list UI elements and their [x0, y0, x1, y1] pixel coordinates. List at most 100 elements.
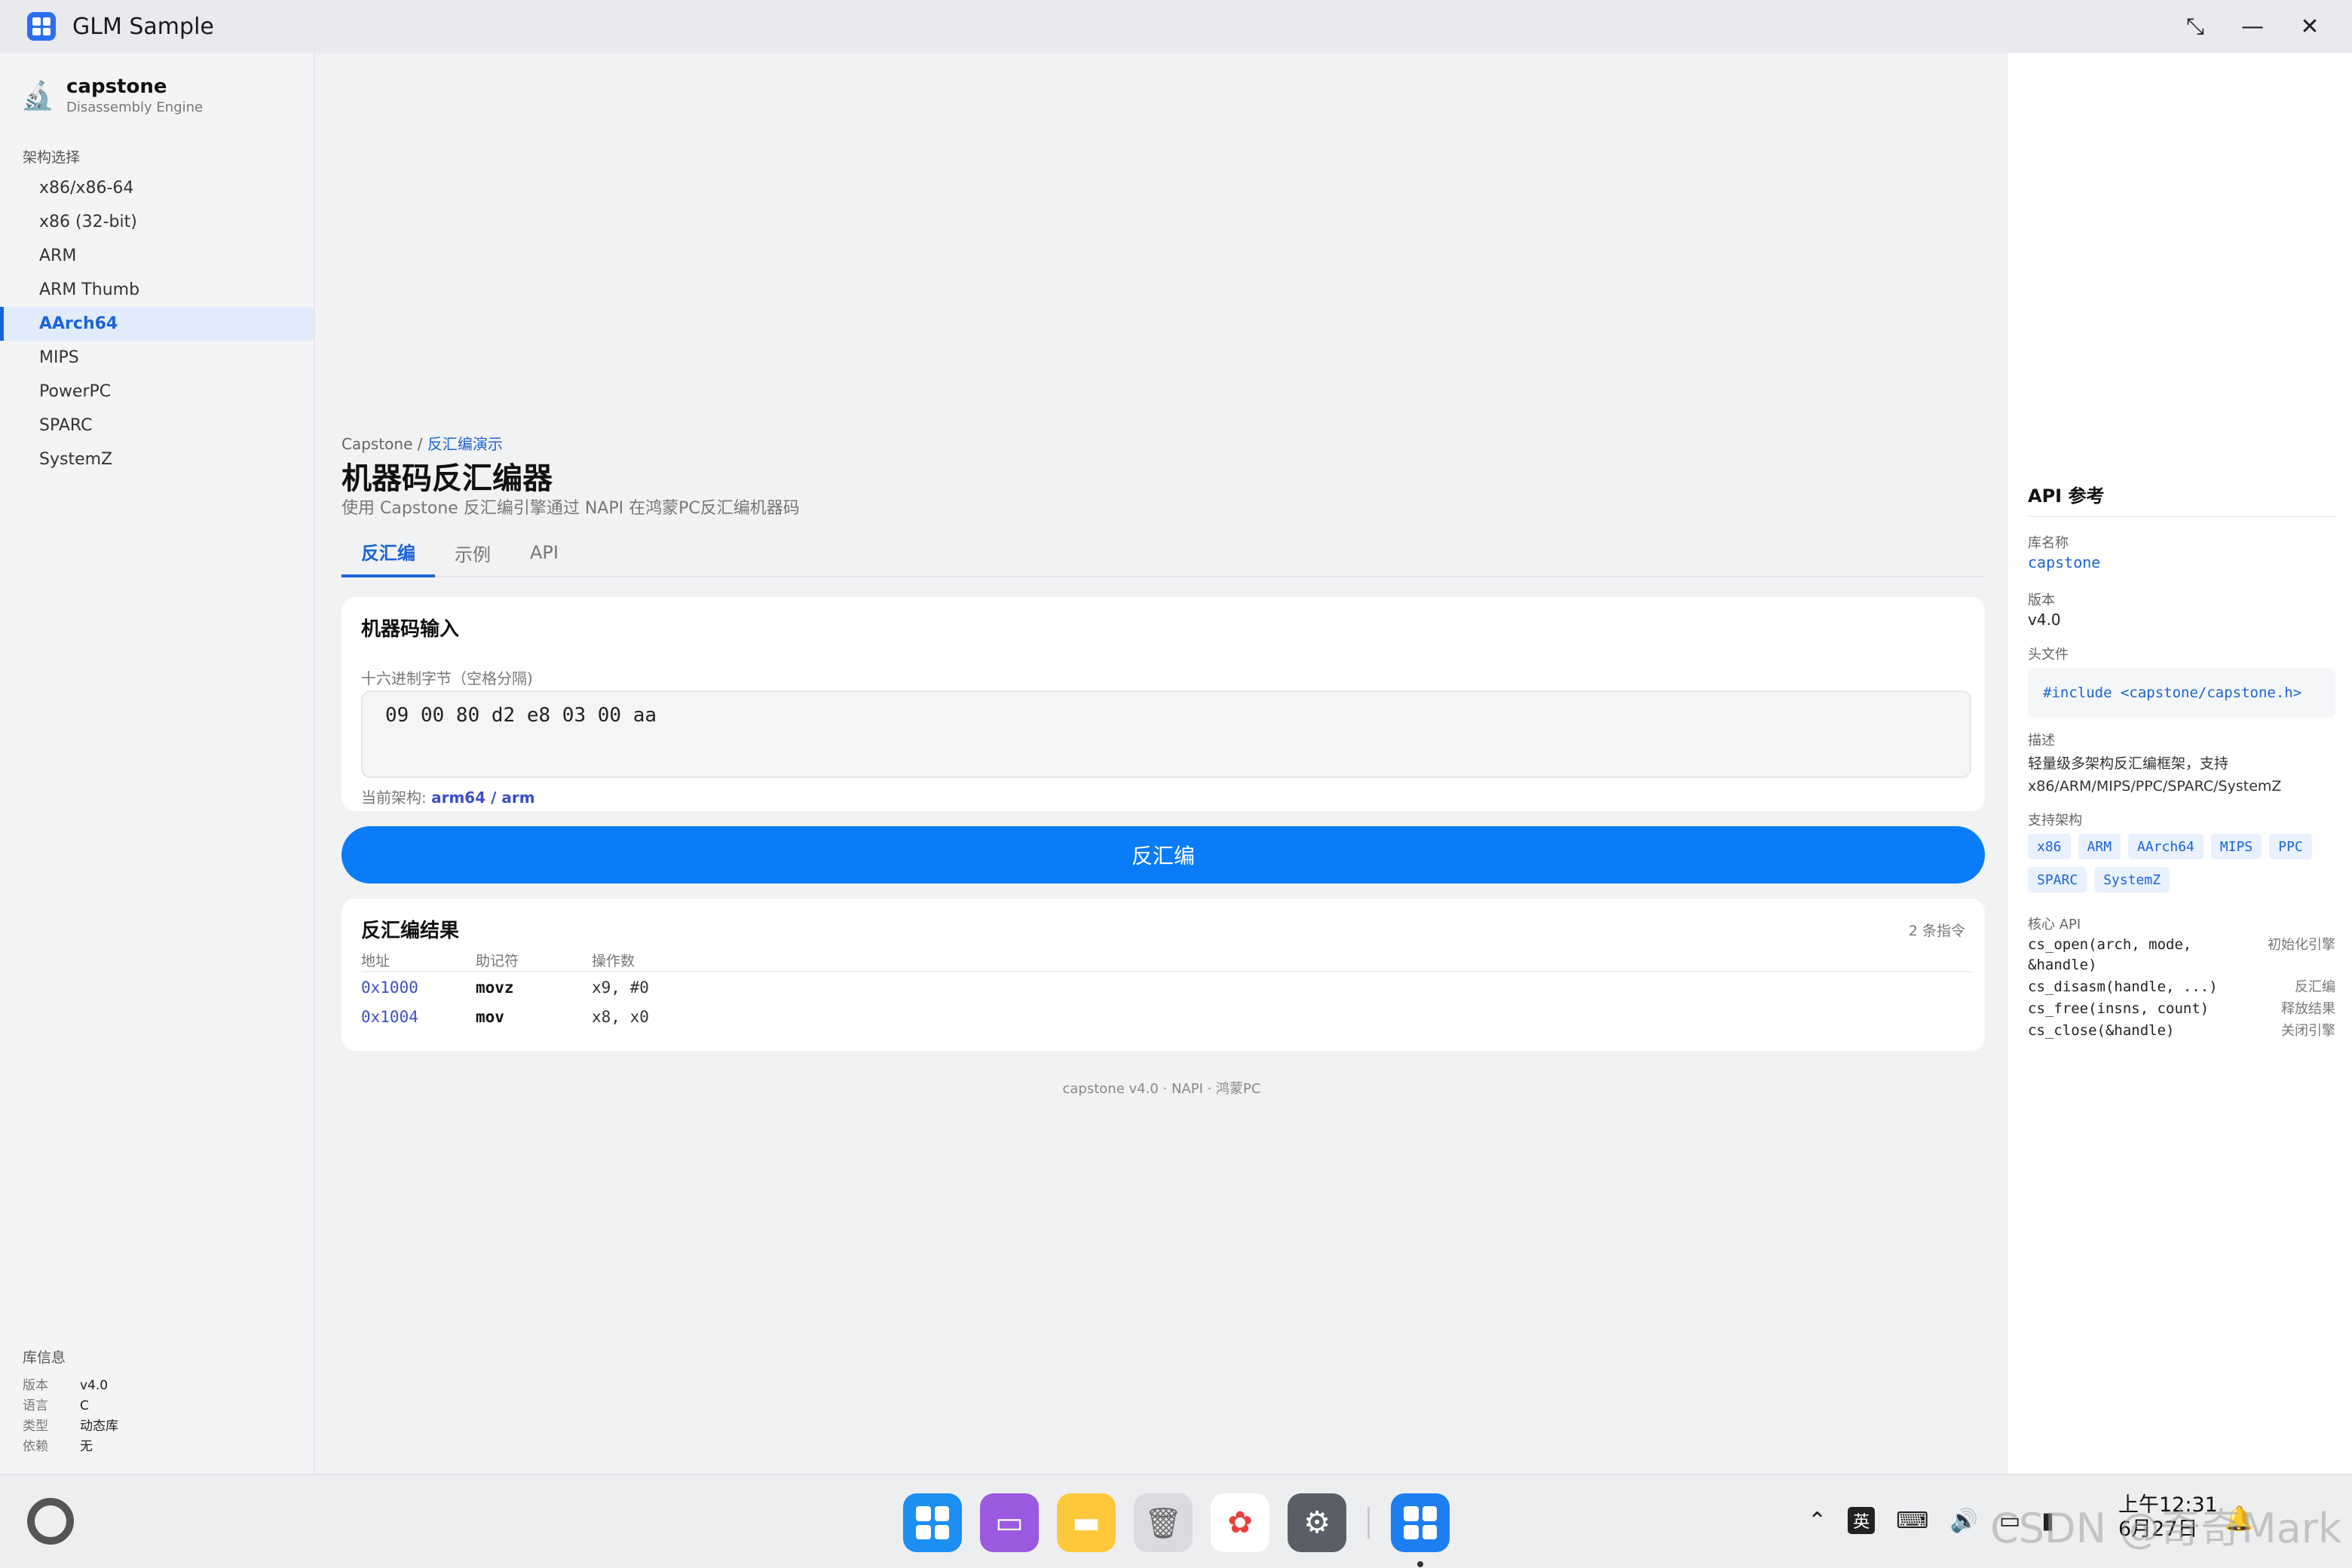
- gallery-icon[interactable]: ✿: [1211, 1493, 1269, 1552]
- window-controls: ⤡ — ✕: [2180, 0, 2325, 53]
- list-item: cs_close(&handle) 关闭引擎: [2028, 1022, 2335, 1039]
- sidebar-item-arm[interactable]: ARM: [0, 239, 314, 273]
- sidebar-item-aarch64[interactable]: AArch64: [0, 307, 314, 341]
- brand-name: capstone: [66, 75, 167, 98]
- brand-subtitle: Disassembly Engine: [66, 100, 204, 115]
- lib-info-row: 依赖无: [23, 1439, 93, 1454]
- input-hint: 十六进制字节（空格分隔): [361, 669, 533, 688]
- sidebar-item-sparc[interactable]: SPARC: [0, 409, 314, 443]
- result-card-title: 反汇编结果: [361, 920, 460, 942]
- current-arch: 当前架构: arm64 / arm: [361, 789, 535, 807]
- arch-section-label: 架构选择: [23, 149, 81, 166]
- page-subtitle: 使用 Capstone 反汇编引擎通过 NAPI 在鸿蒙PC反汇编机器码: [341, 499, 800, 518]
- arch-chip: AArch64: [2128, 834, 2203, 859]
- api-reference-panel: API 参考 库名称 capstone 版本 v4.0 头文件 #include…: [2008, 53, 2352, 1474]
- arch-chip: SystemZ: [2094, 867, 2170, 893]
- sidebar: 🔬 capstone Disassembly Engine 架构选择 x86/x…: [0, 53, 315, 1474]
- tab-examples[interactable]: 示例: [435, 528, 510, 577]
- multitask-icon[interactable]: ▭: [980, 1493, 1039, 1552]
- tab-api[interactable]: API: [510, 528, 578, 577]
- row-address: 0x1004: [361, 1007, 418, 1026]
- arch-chip: SPARC: [2028, 867, 2087, 893]
- list-item: cs_open(arch, mode, &handle) 初始化引擎: [2028, 936, 2335, 973]
- sidebar-item-systemz[interactable]: SystemZ: [0, 443, 314, 476]
- arch-chip: ARM: [2078, 834, 2121, 859]
- microscope-icon: 🔬: [20, 80, 55, 112]
- description-value: 轻量级多架构反汇编框架，支持 x86/ARM/MIPS/PPC/SPARC/Sy…: [2028, 755, 2282, 795]
- core-api-label: 核心 API: [2028, 917, 2081, 933]
- footer: capstone v4.0 · NAPI · 鸿蒙PC: [1062, 1081, 1261, 1097]
- app-icon: [27, 12, 56, 41]
- row-mnemonic: mov: [476, 1007, 504, 1026]
- current-arch-value: arm64 / arm: [431, 789, 535, 807]
- breadcrumb-current[interactable]: 反汇编演示: [427, 435, 503, 453]
- version-value: v4.0: [2028, 611, 2061, 629]
- header-file-label: 头文件: [2028, 647, 2069, 663]
- sidebar-item-mips[interactable]: MIPS: [0, 341, 314, 375]
- input-card: 机器码输入 十六进制字节（空格分隔) 09 00 80 d2 e8 03 00 …: [341, 597, 1985, 811]
- row-mnemonic: movz: [476, 978, 514, 997]
- volume-icon[interactable]: 🔊: [1949, 1508, 1977, 1534]
- hex-input[interactable]: 09 00 80 d2 e8 03 00 aa: [361, 691, 1971, 778]
- row-operands: x8, x0: [592, 1007, 649, 1026]
- ime-indicator[interactable]: 英: [1848, 1507, 1876, 1534]
- watermark: CSDN @奇奇Mark: [1990, 1505, 2342, 1552]
- keyboard-icon[interactable]: ⌨: [1896, 1508, 1928, 1534]
- lib-name-label: 库名称: [2028, 535, 2069, 551]
- lib-info-title: 库信息: [23, 1349, 66, 1366]
- input-card-title: 机器码输入: [361, 618, 460, 641]
- lib-name-value: capstone: [2028, 553, 2101, 571]
- minimize-icon[interactable]: —: [2237, 11, 2268, 41]
- folder-icon[interactable]: ▬: [1057, 1493, 1116, 1552]
- api-reference-title: API 参考: [2028, 485, 2105, 507]
- disassemble-button[interactable]: 反汇编: [341, 826, 1985, 884]
- app-store-icon[interactable]: [903, 1493, 962, 1552]
- breadcrumb-root[interactable]: Capstone: [341, 435, 412, 453]
- arch-chip: MIPS: [2210, 834, 2262, 859]
- result-table: 地址 助记符 操作数 0x1000 movz x9, #0 0x1004 mov…: [361, 950, 1971, 1031]
- arch-chip: PPC: [2269, 834, 2312, 859]
- header-file-code: #include <capstone/capstone.h>: [2028, 668, 2335, 718]
- divider: [2028, 516, 2335, 517]
- sidebar-item-x86-32[interactable]: x86 (32-bit): [0, 205, 314, 239]
- sidebar-item-powerpc[interactable]: PowerPC: [0, 375, 314, 409]
- tab-bar: 反汇编 示例 API: [341, 528, 1985, 577]
- result-card: 反汇编结果 2 条指令 地址 助记符 操作数 0x1000 movz x9, #…: [341, 899, 1985, 1051]
- arch-chips: x86 ARM AArch64 MIPS PPC SPARC SystemZ: [2028, 834, 2344, 893]
- glm-sample-app-icon[interactable]: [1391, 1493, 1450, 1552]
- lib-info-row: 语言 C: [23, 1398, 89, 1413]
- tab-disassemble[interactable]: 反汇编: [341, 528, 435, 577]
- page-title: 机器码反汇编器: [341, 461, 553, 496]
- trash-icon[interactable]: 🗑: [1134, 1493, 1193, 1552]
- sidebar-item-arm-thumb[interactable]: ARM Thumb: [0, 273, 314, 307]
- settings-gear-icon[interactable]: ⚙: [1288, 1493, 1346, 1552]
- arch-chip: x86: [2028, 834, 2071, 859]
- version-label: 版本: [2028, 593, 2055, 608]
- lib-info-row: 版本 v4.0: [23, 1378, 109, 1393]
- start-circle-icon[interactable]: [27, 1498, 74, 1545]
- arch-list: x86/x86-64 x86 (32-bit) ARM ARM Thumb AA…: [0, 171, 314, 476]
- breadcrumb: Capstone / 反汇编演示: [341, 435, 503, 453]
- dock-separator: [1367, 1507, 1370, 1539]
- main-content: Capstone / 反汇编演示 机器码反汇编器 使用 Capstone 反汇编…: [315, 53, 2008, 1474]
- lib-info: 库信息 版本 v4.0 语言 C 类型 动态库 依赖无: [23, 1346, 118, 1457]
- dock: ▭ ▬ 🗑 ✿ ⚙: [903, 1493, 1468, 1552]
- description-label: 描述: [2028, 733, 2055, 749]
- table-row: 0x1004 mov x8, x0: [361, 1002, 1971, 1031]
- list-item: cs_disasm(handle, ...) 反汇编: [2028, 978, 2335, 995]
- list-item: cs_free(insns, count) 释放结果: [2028, 1000, 2335, 1017]
- chevron-up-icon[interactable]: ⌃: [1808, 1508, 1827, 1534]
- supported-arch-label: 支持架构: [2028, 813, 2082, 828]
- result-table-header: 地址 助记符 操作数: [361, 950, 1971, 972]
- window-title: GLM Sample: [72, 13, 214, 40]
- sidebar-item-x86-64[interactable]: x86/x86-64: [0, 171, 314, 205]
- active-app-indicator: [1417, 1561, 1423, 1567]
- close-icon[interactable]: ✕: [2295, 11, 2325, 41]
- row-operands: x9, #0: [592, 978, 649, 997]
- brand: 🔬 capstone Disassembly Engine: [20, 75, 204, 115]
- row-address: 0x1000: [361, 978, 418, 997]
- restore-icon[interactable]: ⤡: [2180, 11, 2210, 41]
- title-bar: GLM Sample ⤡ — ✕: [0, 0, 2352, 53]
- instruction-count: 2 条指令: [1908, 923, 1965, 939]
- table-row: 0x1000 movz x9, #0: [361, 972, 1971, 1002]
